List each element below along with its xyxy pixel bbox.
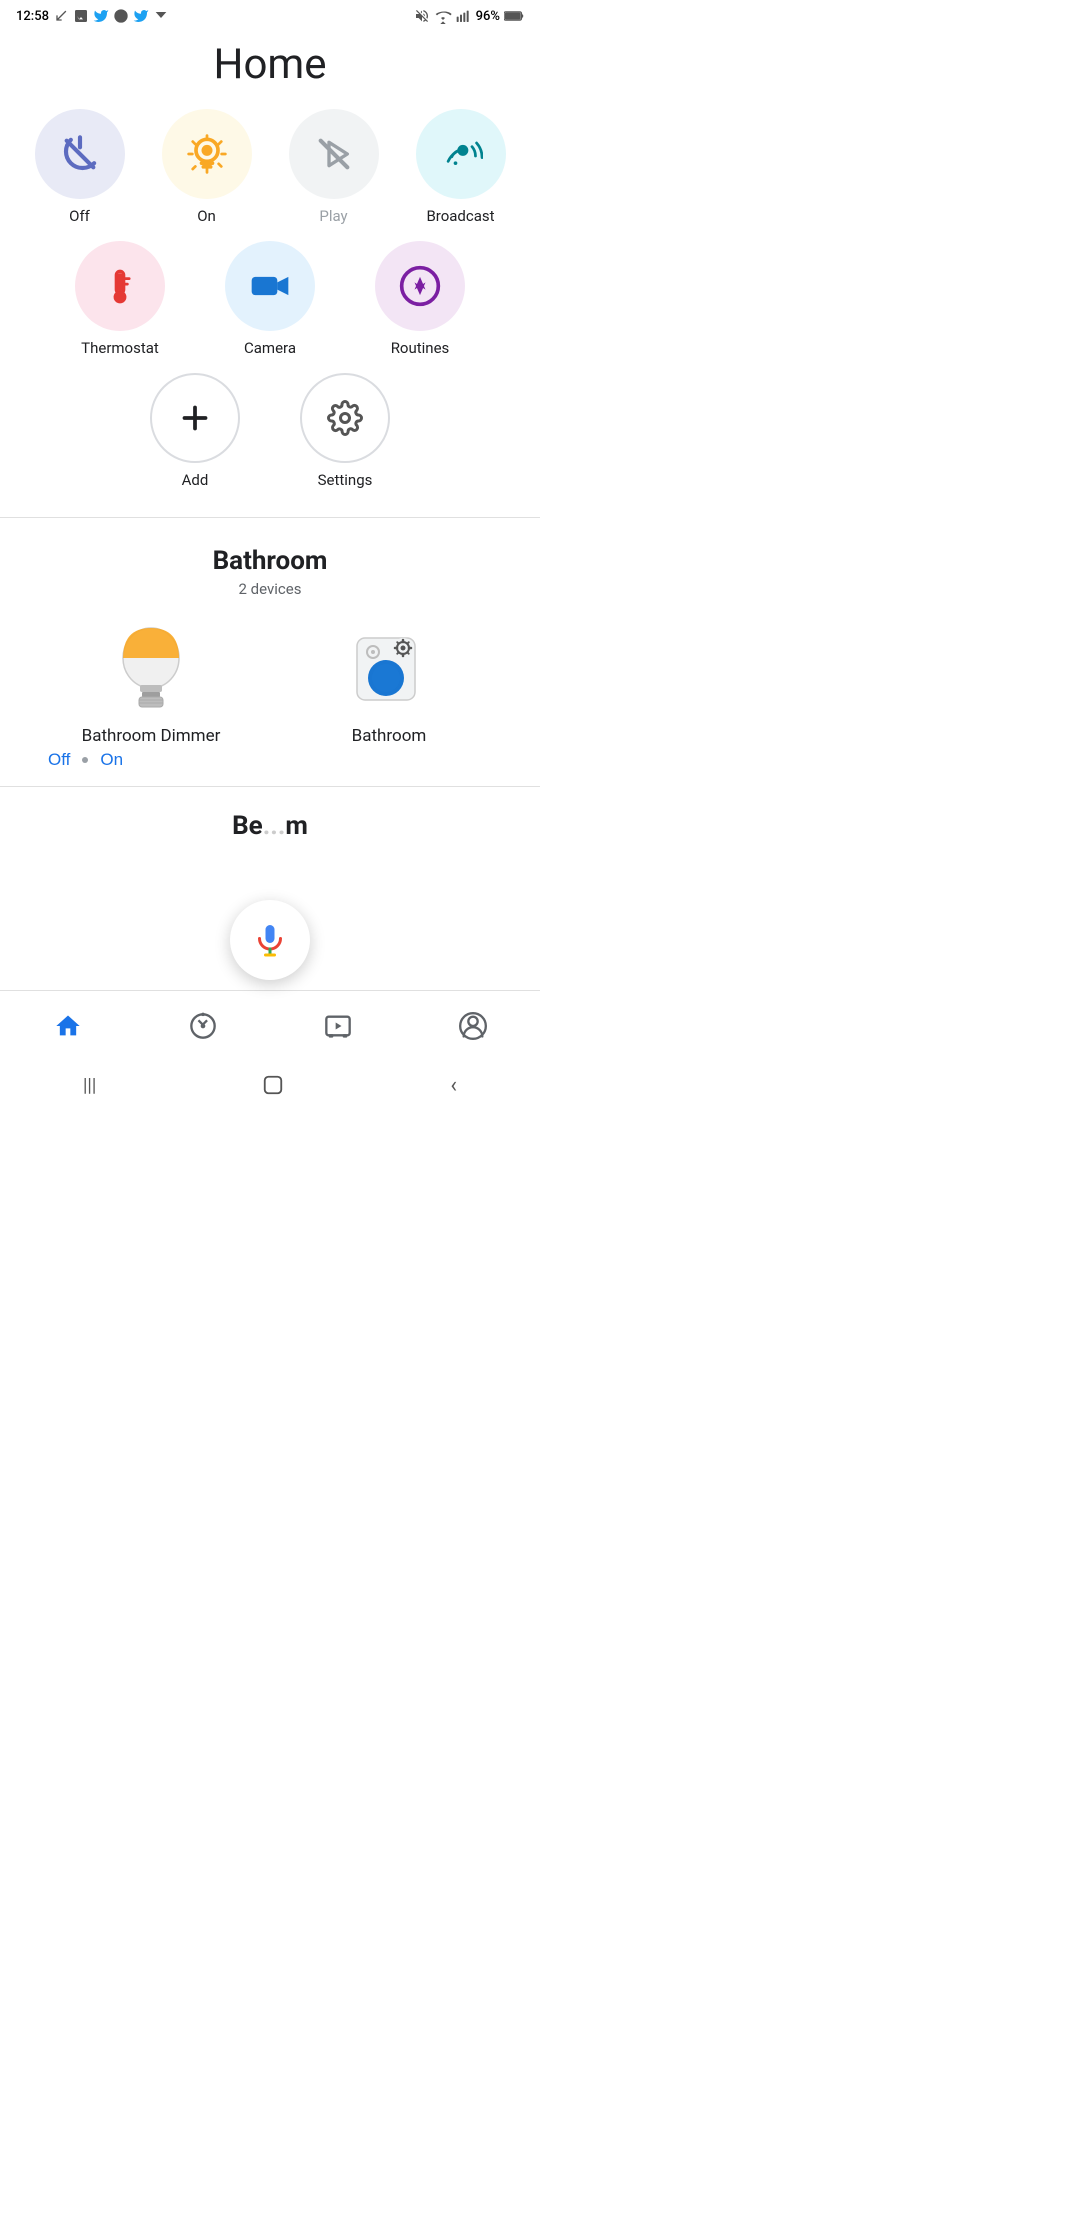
nav-account[interactable] bbox=[443, 996, 503, 1056]
bathroom-dimmer-item[interactable]: Bathroom Dimmer bbox=[81, 618, 221, 746]
system-home-button[interactable] bbox=[262, 1074, 284, 1096]
missed-call-icon bbox=[53, 8, 69, 24]
wifi-icon bbox=[434, 8, 452, 24]
quick-actions-row3: Add Settings bbox=[0, 365, 540, 509]
plug-device-icon bbox=[347, 626, 432, 711]
system-nav: ||| ‹ bbox=[0, 1060, 540, 1110]
off-circle bbox=[35, 109, 125, 199]
dimmer-name: Bathroom Dimmer bbox=[82, 726, 221, 746]
controls-separator bbox=[82, 757, 88, 763]
plug-name: Bathroom bbox=[352, 726, 427, 746]
circle-icon bbox=[113, 8, 129, 24]
camera-circle bbox=[225, 241, 315, 331]
play-label: Play bbox=[319, 207, 347, 225]
broadcast-label: Broadcast bbox=[426, 207, 494, 225]
system-back-button[interactable]: ‹ bbox=[450, 1073, 457, 1098]
on-circle bbox=[162, 109, 252, 199]
battery-icon bbox=[504, 8, 524, 24]
quick-actions-row1: Off On Play bbox=[0, 109, 540, 233]
room-divider bbox=[0, 786, 540, 787]
nav-media[interactable] bbox=[308, 996, 368, 1056]
status-left: 12:58 bbox=[16, 8, 169, 24]
plug-icon-wrap bbox=[339, 618, 439, 718]
quick-actions-row2: Thermostat Camera Routines bbox=[0, 233, 540, 365]
bottom-nav bbox=[0, 990, 540, 1060]
settings-icon bbox=[327, 400, 363, 436]
thermostat-circle bbox=[75, 241, 165, 331]
broadcast-icon bbox=[439, 132, 483, 176]
device-controls: Off On bbox=[24, 750, 516, 770]
off-icon bbox=[60, 134, 100, 174]
bathroom-plug-item[interactable]: Bathroom bbox=[319, 618, 459, 746]
action-play[interactable]: Play bbox=[289, 109, 379, 225]
play-circle bbox=[289, 109, 379, 199]
camera-label: Camera bbox=[244, 339, 296, 357]
signal-icon bbox=[456, 8, 472, 24]
system-recents-button[interactable]: ||| bbox=[83, 1075, 96, 1096]
mic-fab-button[interactable] bbox=[230, 900, 310, 980]
routines-label: Routines bbox=[391, 339, 450, 357]
play-icon bbox=[314, 134, 354, 174]
thermostat-label: Thermostat bbox=[81, 339, 159, 357]
action-off[interactable]: Off bbox=[35, 109, 125, 225]
time: 12:58 bbox=[16, 9, 49, 24]
action-on[interactable]: On bbox=[162, 109, 252, 225]
action-add[interactable]: Add bbox=[150, 373, 240, 489]
next-room-text: Be...m bbox=[232, 811, 308, 841]
image-icon bbox=[73, 8, 89, 24]
settings-label: Settings bbox=[318, 471, 373, 489]
on-label: On bbox=[197, 207, 216, 225]
action-thermostat[interactable]: Thermostat bbox=[75, 241, 165, 357]
bathroom-section: Bathroom 2 devices bbox=[0, 526, 540, 770]
nav-home-icon bbox=[54, 1012, 82, 1040]
devices-row: Bathroom Dimmer bbox=[24, 618, 516, 746]
twitter2-icon bbox=[133, 8, 149, 24]
off-control-button[interactable]: Off bbox=[48, 750, 70, 770]
battery-percent: 96% bbox=[476, 9, 500, 24]
add-label: Add bbox=[182, 471, 209, 489]
broadcast-circle bbox=[416, 109, 506, 199]
off-label: Off bbox=[69, 207, 90, 225]
nav-home[interactable] bbox=[38, 996, 98, 1056]
on-bulb-icon bbox=[185, 132, 229, 176]
mic-icon bbox=[252, 922, 288, 958]
camera-icon bbox=[248, 264, 292, 308]
action-broadcast[interactable]: Broadcast bbox=[416, 109, 506, 225]
next-room-peek: Be...m bbox=[0, 795, 540, 841]
twitter-icon bbox=[93, 8, 109, 24]
bathroom-title: Bathroom bbox=[24, 546, 516, 576]
routines-icon bbox=[398, 264, 442, 308]
status-bar: 12:58 96% bbox=[0, 0, 540, 28]
system-home-icon bbox=[262, 1074, 284, 1096]
on-control-button[interactable]: On bbox=[100, 750, 123, 770]
add-icon bbox=[177, 400, 213, 436]
arrow-icon bbox=[153, 8, 169, 24]
settings-circle bbox=[300, 373, 390, 463]
section-divider bbox=[0, 517, 540, 518]
routines-circle bbox=[375, 241, 465, 331]
dimmer-icon-wrap bbox=[101, 618, 201, 718]
dimmer-bulb-icon bbox=[111, 623, 191, 713]
action-settings[interactable]: Settings bbox=[300, 373, 390, 489]
page-title: Home bbox=[0, 28, 540, 109]
mute-icon bbox=[414, 8, 430, 24]
add-circle bbox=[150, 373, 240, 463]
nav-media-icon bbox=[324, 1012, 352, 1040]
action-camera[interactable]: Camera bbox=[225, 241, 315, 357]
status-right: 96% bbox=[414, 8, 524, 24]
bathroom-subtitle: 2 devices bbox=[24, 580, 516, 598]
nav-account-icon bbox=[459, 1012, 487, 1040]
action-routines[interactable]: Routines bbox=[375, 241, 465, 357]
nav-discover-icon bbox=[189, 1012, 217, 1040]
thermostat-icon bbox=[98, 264, 142, 308]
nav-discover[interactable] bbox=[173, 996, 233, 1056]
